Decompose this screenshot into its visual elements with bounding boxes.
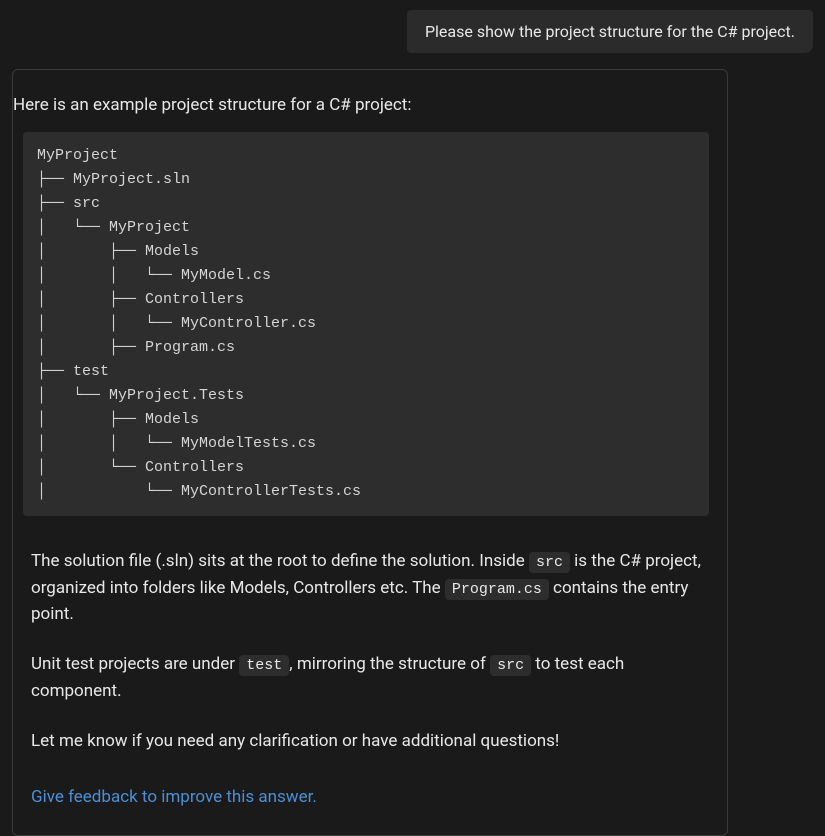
closing-paragraph: Let me know if you need any clarificatio…: [13, 728, 727, 754]
feedback-section: Give feedback to improve this answer.: [13, 754, 727, 810]
paragraph-text: Unit test projects are under: [31, 654, 239, 674]
user-message-container: Please show the project structure for th…: [0, 0, 825, 69]
inline-code-test: test: [239, 655, 289, 676]
explanation-paragraph-2: Unit test projects are under test, mirro…: [13, 651, 727, 704]
inline-code-src-2: src: [490, 655, 531, 676]
paragraph-text: , mirroring the structure of: [289, 654, 490, 674]
feedback-link[interactable]: Give feedback to improve this answer.: [31, 784, 317, 810]
response-box: Here is an example project structure for…: [12, 69, 728, 836]
inline-code-program: Program.cs: [445, 579, 549, 600]
paragraph-text: The solution file (.sln) sits at the roo…: [31, 551, 529, 571]
response-intro-text: Here is an example project structure for…: [13, 92, 727, 118]
inline-code-src: src: [529, 552, 570, 573]
user-message: Please show the project structure for th…: [407, 10, 813, 53]
code-block[interactable]: MyProject ├── MyProject.sln ├── src │ └─…: [23, 132, 709, 516]
assistant-response-container: Here is an example project structure for…: [0, 69, 740, 836]
explanation-paragraph-1: The solution file (.sln) sits at the roo…: [13, 548, 727, 627]
